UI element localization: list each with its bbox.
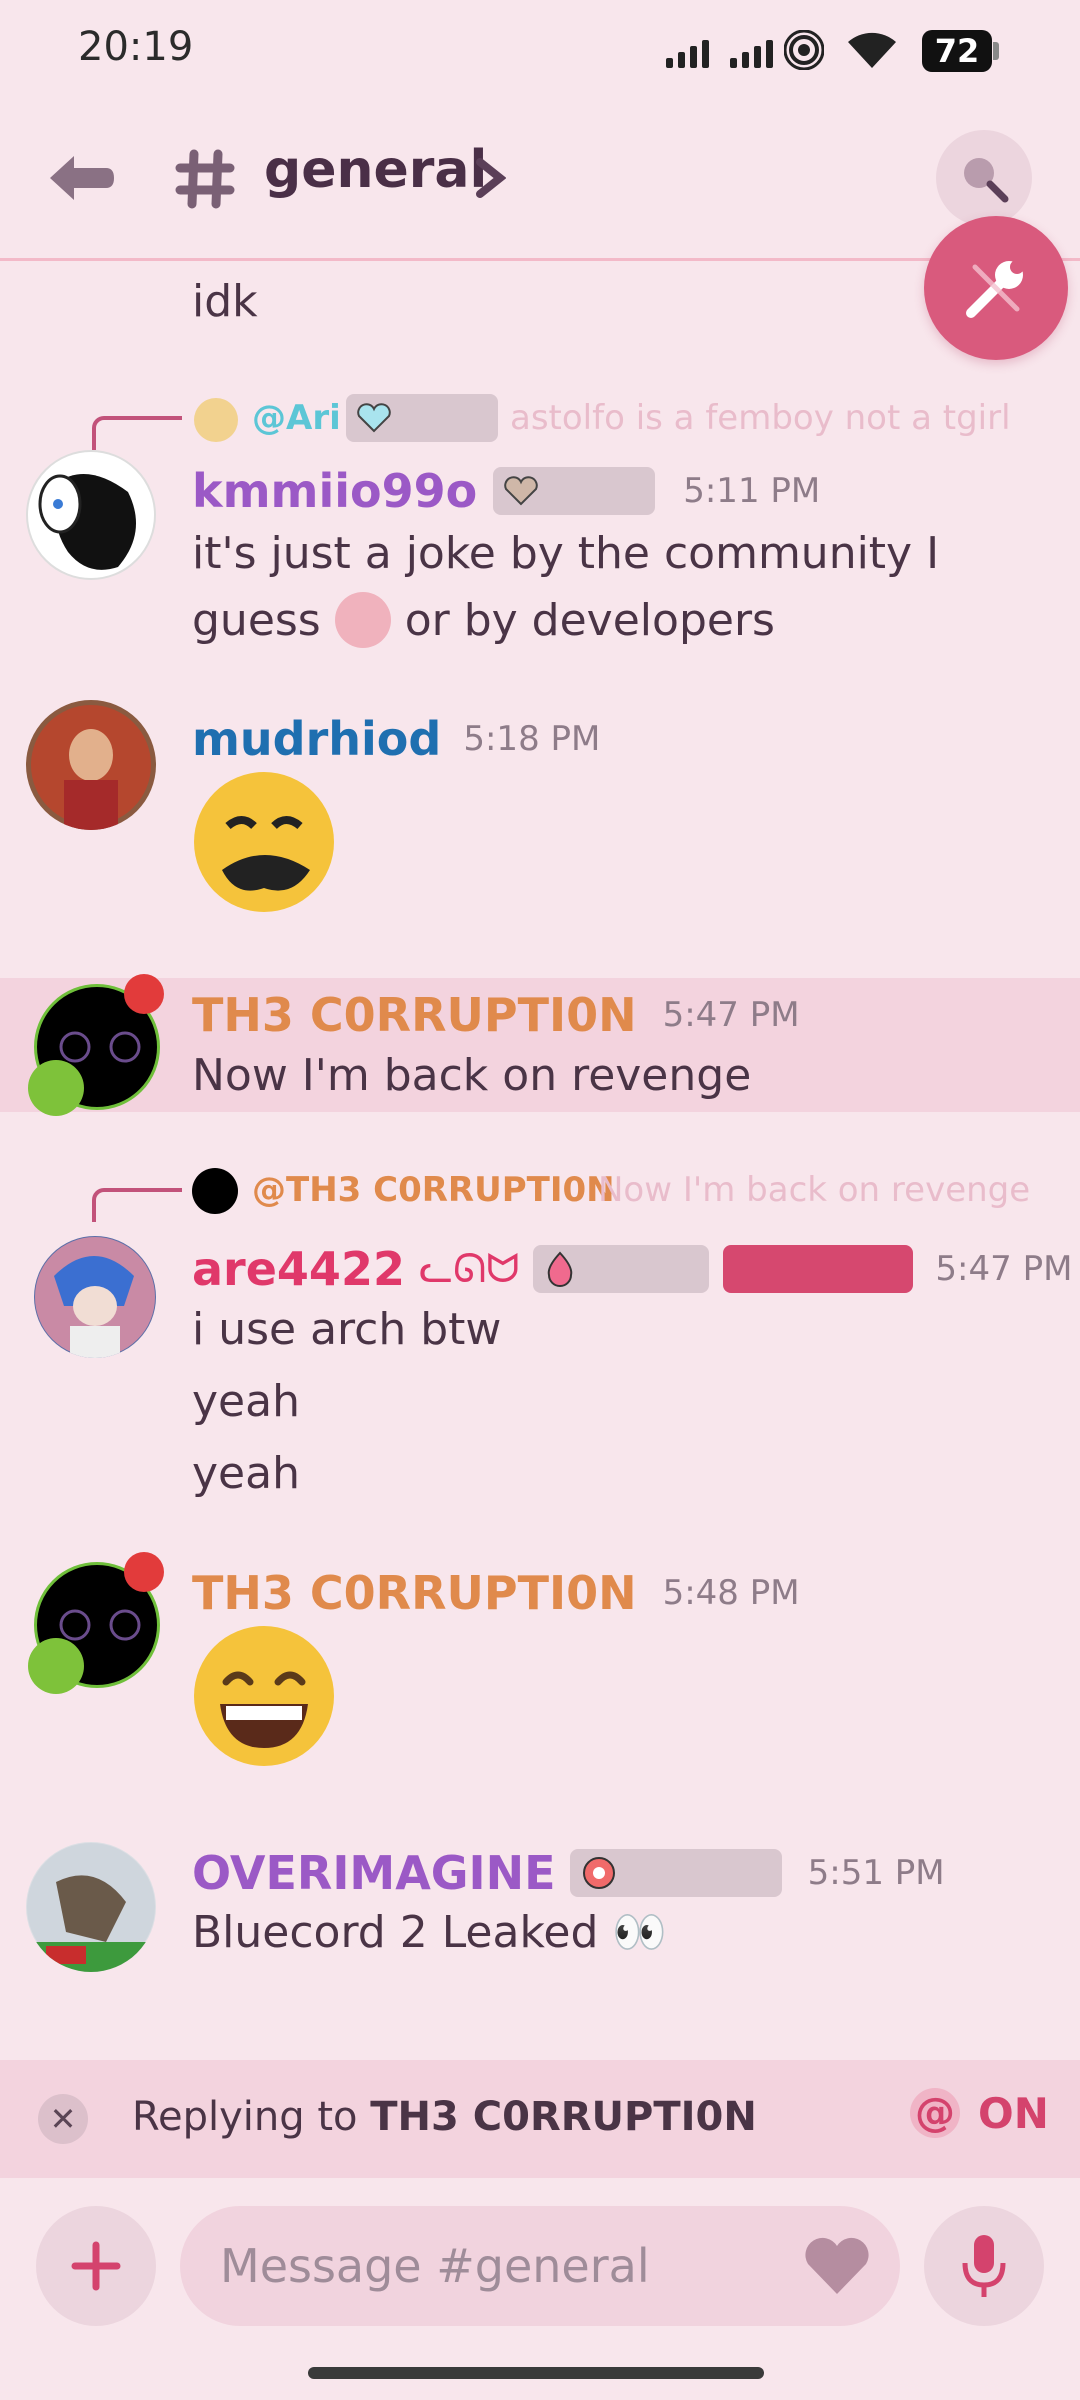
message-text: idk [192, 276, 258, 327]
avatar-decoration [124, 974, 164, 1014]
avatar-decoration [28, 1060, 84, 1116]
home-indicator[interactable] [308, 2367, 764, 2379]
timestamp: 5:11 PM [683, 471, 821, 511]
back-icon[interactable] [46, 150, 118, 206]
badge-icon [582, 1857, 615, 1889]
avatar[interactable] [26, 700, 156, 830]
sad-bearded-face-emoji [194, 772, 334, 912]
username[interactable]: TH3 C0RRUPTI0N [192, 1566, 637, 1620]
message-text: yeah [192, 1448, 300, 1499]
username[interactable]: OVERIMAGINE [192, 1846, 556, 1900]
add-attachment-button[interactable] [36, 2206, 156, 2326]
status-time: 20:19 [78, 24, 194, 70]
reply-prefix: Replying to [132, 2094, 358, 2140]
role-badge [723, 1245, 914, 1293]
reply-target: TH3 C0RRUPTI0N [370, 2094, 757, 2140]
close-icon: ✕ [49, 2100, 77, 2138]
reply-connector [92, 1188, 182, 1222]
wrench-icon [966, 260, 1024, 318]
message-placeholder: Message #general [220, 2239, 650, 2293]
reply-preview[interactable]: astolfo is a femboy not a tgirl [510, 398, 1011, 438]
timestamp: 5:47 PM [935, 1249, 1073, 1289]
message-text: i use arch btw [192, 1304, 502, 1355]
timestamp: 5:18 PM [463, 719, 601, 759]
username[interactable]: mudrhiod [192, 712, 441, 766]
heart-icon[interactable] [802, 2236, 872, 2296]
avatar-art [31, 705, 151, 830]
search-icon [964, 158, 1009, 203]
channel-title[interactable]: general [264, 140, 487, 200]
signal-icon [666, 40, 709, 68]
hotspot-icon [784, 30, 824, 70]
reply-author[interactable]: @TH3 C0RRUPTI0N [252, 1170, 615, 1210]
message-text: Bluecord 2 Leaked 👀 [192, 1907, 668, 1958]
tools-fab-button[interactable] [924, 216, 1068, 360]
role-tag [493, 467, 656, 515]
avatar-art [35, 1237, 155, 1358]
channel-name: general [264, 140, 488, 200]
at-icon: @ [910, 2088, 960, 2138]
avatar-art [38, 474, 136, 570]
username[interactable]: are4422 [192, 1242, 405, 1296]
message-text: Now I'm back on revenge [192, 1050, 752, 1101]
plus-icon [71, 2241, 121, 2291]
reply-avatar [192, 1168, 238, 1214]
reply-avatar [194, 398, 238, 442]
username[interactable]: kmmiio99o [192, 464, 477, 518]
mention-toggle[interactable]: @ ON [910, 2088, 1049, 2138]
avatar[interactable] [26, 1842, 156, 1972]
wifi-icon [848, 32, 896, 68]
message-text: guess [192, 594, 321, 646]
username-suffix: ᓚᘏᗢ [418, 1246, 520, 1292]
signal-icon-2 [730, 40, 773, 68]
mention-state: ON [978, 2088, 1049, 2138]
message-text: yeah [192, 1376, 300, 1427]
timestamp: 5:48 PM [662, 1573, 800, 1613]
message-text: it's just a joke by the community I [192, 528, 940, 579]
battery-indicator: 72 [922, 30, 992, 72]
reply-label: Replying to TH3 C0RRUPTI0N [132, 2094, 757, 2140]
message-text: or by developers [404, 594, 775, 646]
voice-message-button[interactable] [924, 2206, 1044, 2326]
avatar[interactable] [26, 450, 156, 580]
sticker-emoji [334, 592, 391, 648]
reply-preview[interactable]: Now I'm back on revenge [598, 1170, 1030, 1210]
microphone-icon [962, 2235, 1006, 2297]
reply-role-tag [346, 394, 498, 442]
role-tag [569, 1849, 782, 1897]
avatar-art [27, 1843, 155, 1972]
avatar-decoration [28, 1638, 84, 1694]
heart-icon [357, 403, 391, 433]
channel-hash-icon [175, 149, 235, 209]
message-input[interactable]: Message #general [180, 2206, 900, 2326]
role-tag [533, 1245, 710, 1293]
header-divider [0, 258, 1080, 261]
avatar[interactable] [34, 1236, 156, 1358]
heart-icon [504, 476, 538, 506]
reply-connector [92, 416, 182, 450]
flame-icon [548, 1251, 573, 1287]
search-button[interactable] [936, 130, 1032, 226]
battery-tip [993, 42, 999, 60]
close-reply-button[interactable]: ✕ [38, 2094, 88, 2144]
grinning-face-emoji [194, 1626, 334, 1766]
timestamp: 5:51 PM [807, 1853, 945, 1893]
username[interactable]: TH3 C0RRUPTI0N [192, 988, 637, 1042]
timestamp: 5:47 PM [662, 995, 800, 1035]
avatar-decoration [124, 1552, 164, 1592]
chevron-right-icon[interactable] [474, 158, 506, 198]
reply-author[interactable]: @Ari [252, 398, 341, 438]
